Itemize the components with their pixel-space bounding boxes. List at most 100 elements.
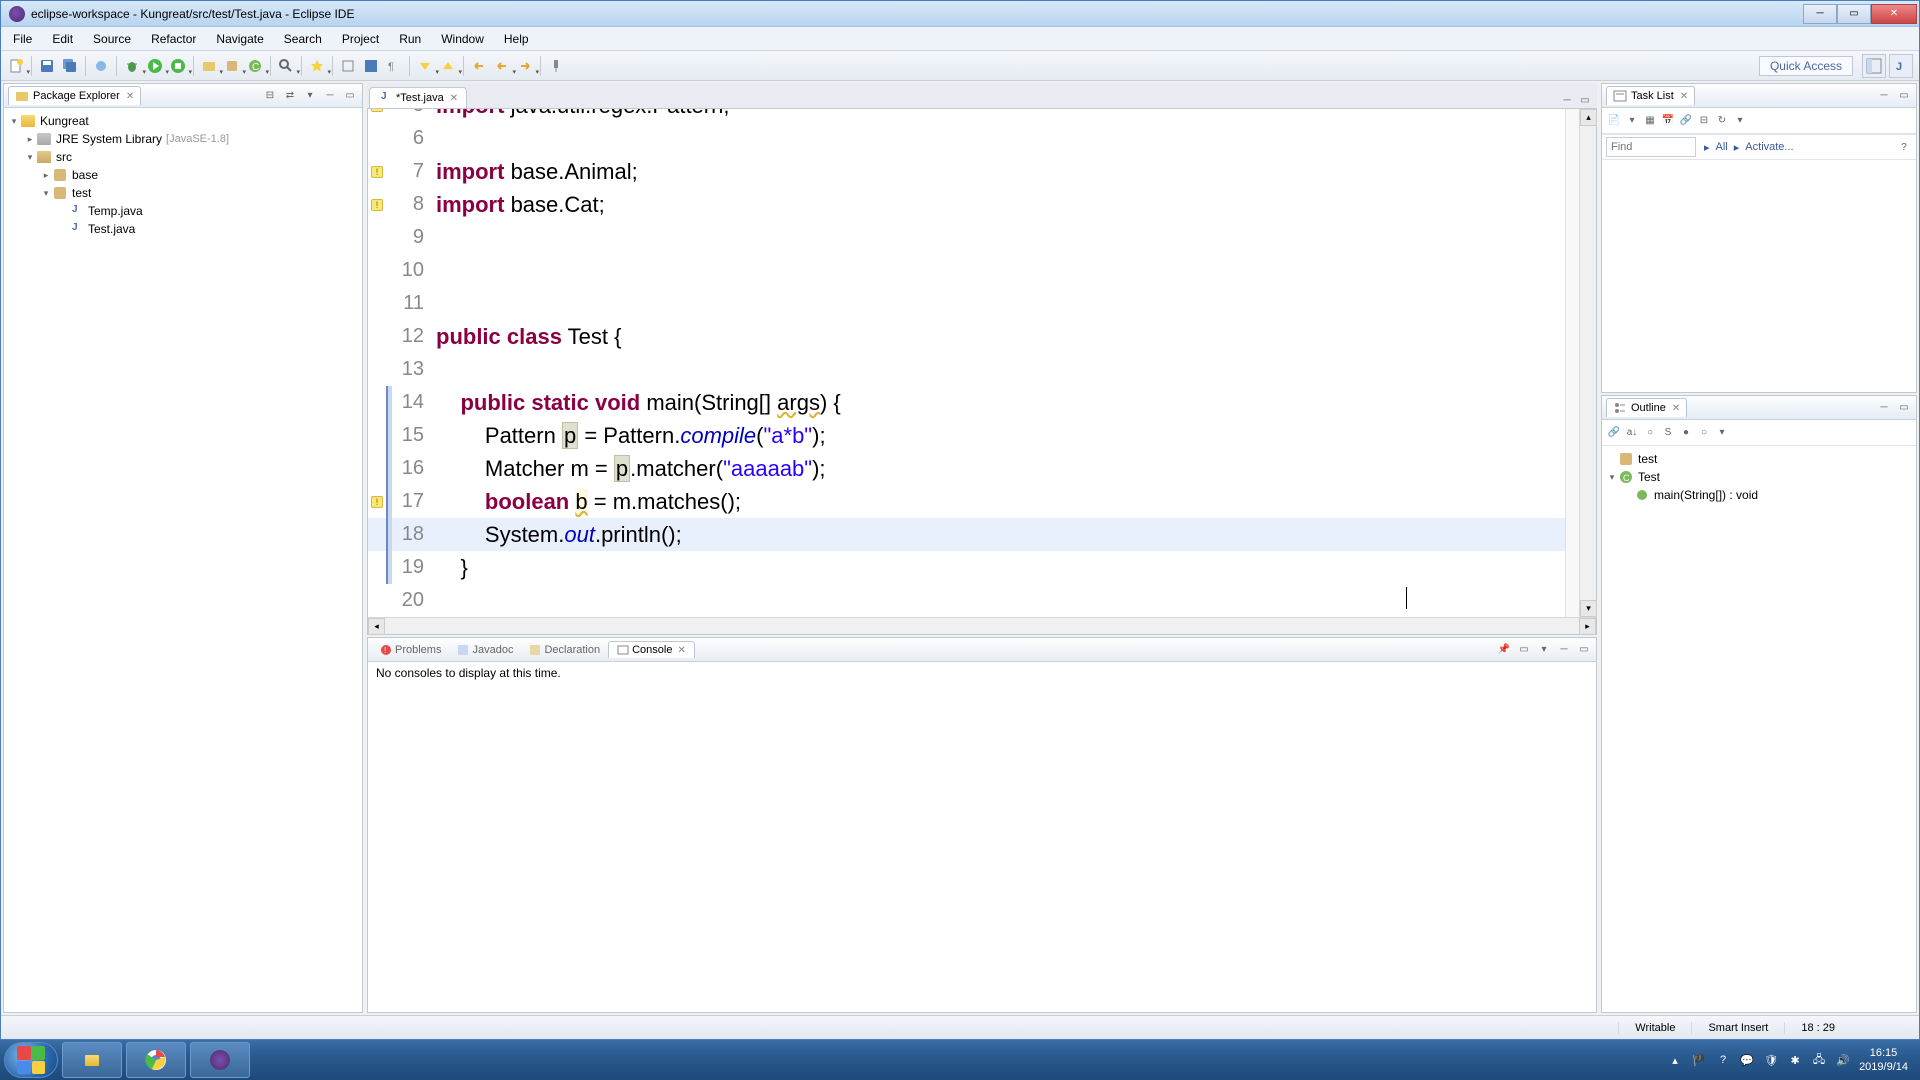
show-whitespace-button[interactable]: ¶ bbox=[383, 55, 405, 77]
task-all-link[interactable]: All bbox=[1716, 141, 1728, 153]
maximize-tasklist-button[interactable]: ▭ bbox=[1896, 88, 1912, 104]
task-list-tab[interactable]: Task List ✕ bbox=[1606, 86, 1695, 105]
run-button[interactable] bbox=[144, 55, 166, 77]
pin-console-button[interactable]: 📌 bbox=[1496, 642, 1512, 658]
editor-tab-close-icon[interactable]: ✕ bbox=[450, 93, 458, 104]
tray-security-icon[interactable]: 🛡 bbox=[1763, 1052, 1779, 1068]
focus-button[interactable]: 🔗 bbox=[1678, 113, 1694, 129]
scroll-right-button[interactable]: ▸ bbox=[1579, 618, 1596, 635]
code-line-8[interactable]: !8import base.Cat; bbox=[368, 188, 1596, 221]
code-editor[interactable]: !5import java.util.regex.Pattern;6!7impo… bbox=[368, 109, 1596, 634]
warning-marker-icon[interactable]: ! bbox=[371, 199, 383, 211]
toggle-mark-button[interactable] bbox=[337, 55, 359, 77]
task-menu-button[interactable]: ▾ bbox=[1624, 113, 1640, 129]
task-list-close-icon[interactable]: ✕ bbox=[1680, 91, 1688, 102]
sort-outline-button[interactable]: a↓ bbox=[1624, 425, 1640, 441]
tray-notification-icon[interactable]: 💬 bbox=[1739, 1052, 1755, 1068]
warning-marker-icon[interactable]: ! bbox=[371, 166, 383, 178]
forward-button[interactable] bbox=[514, 55, 536, 77]
warning-marker-icon[interactable]: ! bbox=[371, 496, 383, 508]
new-package-button[interactable] bbox=[221, 55, 243, 77]
task-activate-link[interactable]: Activate... bbox=[1745, 141, 1793, 153]
window-maximize-button[interactable]: ▭ bbox=[1837, 4, 1871, 24]
tree-package-test[interactable]: ▾ test bbox=[8, 184, 358, 202]
menu-help[interactable]: Help bbox=[494, 27, 539, 50]
tree-jre-library[interactable]: ▸ JRE System Library [JavaSE-1.8] bbox=[8, 130, 358, 148]
save-all-button[interactable] bbox=[59, 55, 81, 77]
new-button[interactable] bbox=[5, 55, 27, 77]
code-line-11[interactable]: 11 bbox=[368, 287, 1596, 320]
collapse-tasks-button[interactable]: ⊟ bbox=[1696, 113, 1712, 129]
warning-marker-icon[interactable]: ! bbox=[371, 109, 383, 112]
quick-access-button[interactable]: Quick Access bbox=[1759, 56, 1853, 76]
code-line-6[interactable]: 6 bbox=[368, 122, 1596, 155]
taskbar-eclipse[interactable] bbox=[190, 1042, 250, 1078]
link-editor-button[interactable]: ⇄ bbox=[282, 88, 298, 104]
horizontal-scrollbar[interactable]: ◂ ▸ bbox=[368, 617, 1596, 634]
tab-javadoc[interactable]: Javadoc bbox=[449, 642, 521, 658]
tray-help-icon[interactable]: ? bbox=[1715, 1052, 1731, 1068]
expand-arrow-icon[interactable]: ▾ bbox=[1606, 472, 1618, 483]
code-line-15[interactable]: 15 Pattern p = Pattern.compile("a*b"); bbox=[368, 419, 1596, 452]
tree-project[interactable]: ▾ Kungreat bbox=[8, 112, 358, 130]
vertical-scrollbar[interactable]: ▴ ▾ bbox=[1579, 109, 1596, 617]
outline-package[interactable]: test bbox=[1606, 450, 1912, 468]
menu-search[interactable]: Search bbox=[274, 27, 332, 50]
menu-edit[interactable]: Edit bbox=[42, 27, 83, 50]
sync-button[interactable]: ↻ bbox=[1714, 113, 1730, 129]
package-explorer-close-icon[interactable]: ✕ bbox=[126, 91, 134, 102]
skip-breakpoints-button[interactable] bbox=[90, 55, 112, 77]
new-class-button[interactable]: C bbox=[244, 55, 266, 77]
code-line-7[interactable]: !7import base.Animal; bbox=[368, 155, 1596, 188]
code-line-16[interactable]: 16 Matcher m = p.matcher("aaaaab"); bbox=[368, 452, 1596, 485]
search-button[interactable] bbox=[306, 55, 328, 77]
tray-volume-icon[interactable]: 🔊 bbox=[1835, 1052, 1851, 1068]
window-minimize-button[interactable]: ─ bbox=[1803, 4, 1837, 24]
code-line-18[interactable]: 18 System.out.println(); bbox=[368, 518, 1596, 551]
expand-arrow-icon[interactable]: ▸ bbox=[40, 170, 52, 181]
expand-arrow-icon[interactable]: ▾ bbox=[40, 188, 52, 199]
outline-method-main[interactable]: main(String[]) : void bbox=[1606, 486, 1912, 504]
tab-declaration[interactable]: Declaration bbox=[521, 642, 608, 658]
prev-annotation-button[interactable] bbox=[437, 55, 459, 77]
scroll-left-button[interactable]: ◂ bbox=[368, 618, 385, 635]
java-perspective-button[interactable]: J bbox=[1889, 54, 1913, 78]
scroll-down-button[interactable]: ▾ bbox=[1580, 600, 1597, 617]
minimize-bottom-button[interactable]: ─ bbox=[1556, 642, 1572, 658]
open-console-button[interactable]: ▾ bbox=[1536, 642, 1552, 658]
next-annotation-button[interactable] bbox=[414, 55, 436, 77]
code-line-19[interactable]: 19 } bbox=[368, 551, 1596, 584]
task-find-input[interactable] bbox=[1606, 137, 1696, 157]
focus-outline-button[interactable]: 🔗 bbox=[1606, 425, 1622, 441]
back-button[interactable] bbox=[491, 55, 513, 77]
code-line-20[interactable]: 20 bbox=[368, 584, 1596, 617]
tray-network-icon[interactable]: 🖧 bbox=[1811, 1052, 1827, 1068]
expand-arrow-icon[interactable]: ▸ bbox=[24, 134, 36, 145]
outline-view-menu-button[interactable]: ▾ bbox=[1714, 425, 1730, 441]
hide-static-button[interactable]: S bbox=[1660, 425, 1676, 441]
tree-file-temp[interactable]: Temp.java bbox=[8, 202, 358, 220]
expand-arrow-icon[interactable]: ▾ bbox=[8, 116, 20, 127]
outline-class[interactable]: ▾ C Test bbox=[1606, 468, 1912, 486]
editor-tab-test-java[interactable]: *Test.java ✕ bbox=[369, 87, 467, 108]
tab-problems[interactable]: ! Problems bbox=[372, 642, 449, 658]
tray-clock[interactable]: 16:15 2019/9/14 bbox=[1859, 1046, 1908, 1074]
save-button[interactable] bbox=[36, 55, 58, 77]
console-tab-close-icon[interactable]: ✕ bbox=[677, 645, 685, 656]
minimize-outline-button[interactable]: ─ bbox=[1876, 400, 1892, 416]
code-line-13[interactable]: 13 bbox=[368, 353, 1596, 386]
tree-package-base[interactable]: ▸ base bbox=[8, 166, 358, 184]
menu-refactor[interactable]: Refactor bbox=[141, 27, 206, 50]
outline-close-icon[interactable]: ✕ bbox=[1672, 403, 1680, 414]
tab-console[interactable]: Console ✕ bbox=[608, 641, 695, 658]
minimize-editor-button[interactable]: ─ bbox=[1559, 92, 1575, 108]
menu-run[interactable]: Run bbox=[389, 27, 431, 50]
schedule-button[interactable]: 📅 bbox=[1660, 113, 1676, 129]
outline-tab[interactable]: Outline ✕ bbox=[1606, 398, 1687, 417]
collapse-all-button[interactable]: ⊟ bbox=[262, 88, 278, 104]
expand-arrow-icon[interactable]: ▾ bbox=[24, 152, 36, 163]
code-line-14[interactable]: 14 public static void main(String[] args… bbox=[368, 386, 1596, 419]
tree-file-test[interactable]: Test.java bbox=[8, 220, 358, 238]
menu-source[interactable]: Source bbox=[83, 27, 141, 50]
view-menu-button[interactable]: ▾ bbox=[302, 88, 318, 104]
